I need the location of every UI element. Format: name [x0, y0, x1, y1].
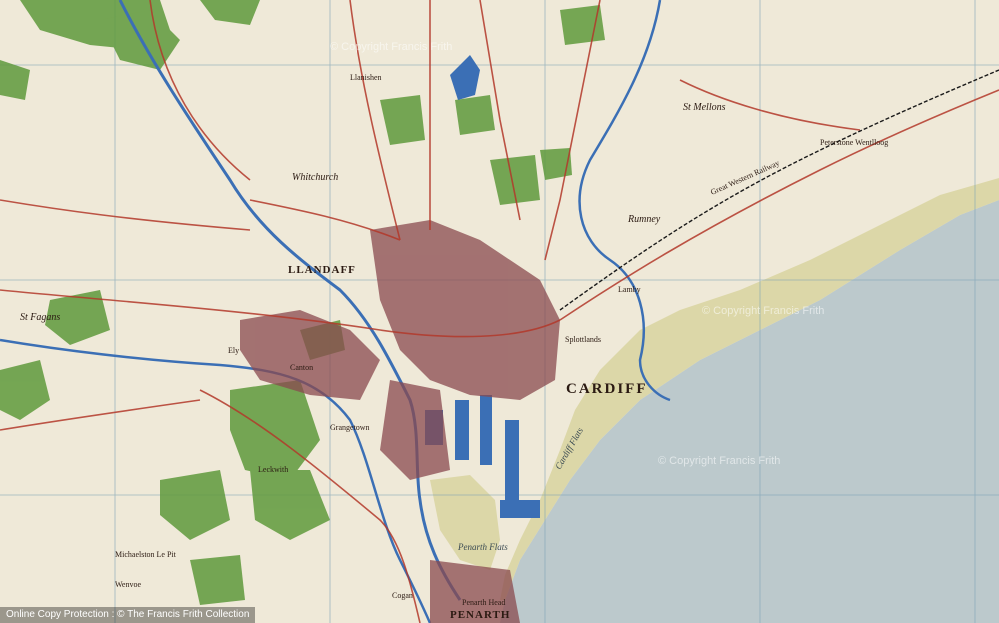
label-llandaff: LLANDAFF — [288, 264, 356, 276]
ordnance-map: CARDIFF LLANDAFF PENARTH Whitchurch St M… — [0, 0, 999, 623]
label-splottlands: Splottlands — [565, 335, 601, 344]
label-penarth-head: Penarth Head — [462, 598, 505, 607]
label-cardiff: CARDIFF — [566, 381, 648, 397]
label-rumney: Rumney — [627, 214, 661, 225]
copy-protection-notice: Online Copy Protection : © The Francis F… — [0, 607, 256, 623]
label-whitchurch: Whitchurch — [292, 172, 338, 183]
label-peterstone-wentlloog: Peterstone Wentlloog — [820, 138, 888, 147]
label-canton: Canton — [290, 363, 313, 372]
label-penarth: PENARTH — [450, 609, 510, 621]
watermark-top: © Copyright Francis Frith — [330, 41, 452, 53]
label-llanishen: Llanishen — [350, 73, 382, 82]
label-st-mellons: St Mellons — [683, 102, 726, 113]
label-st-fagans: St Fagans — [20, 312, 60, 323]
label-penarth-flats: Penarth Flats — [457, 542, 508, 552]
watermark-center: © Copyright Francis Frith — [658, 455, 780, 467]
label-lamby: Lamby — [618, 285, 641, 294]
label-cogan: Cogan — [392, 591, 413, 600]
label-ely: Ely — [228, 346, 239, 355]
label-leckwith: Leckwith — [258, 465, 288, 474]
label-wenvoe: Wenvoe — [115, 580, 141, 589]
watermark-coast: © Copyright Francis Frith — [702, 305, 824, 317]
label-grangetown: Grangetown — [330, 423, 370, 432]
label-michaelston: Michaelston Le Pit — [115, 550, 177, 559]
